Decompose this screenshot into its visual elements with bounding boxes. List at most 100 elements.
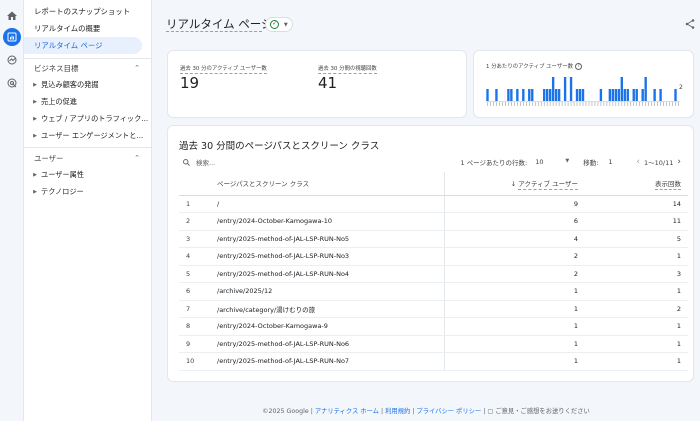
sparkline-bar[interactable] xyxy=(575,89,579,101)
share-icon[interactable] xyxy=(684,18,696,30)
sparkline-bar[interactable] xyxy=(486,89,489,101)
help-icon[interactable]: ? xyxy=(575,62,583,70)
chevron-up-icon: ⌃ xyxy=(134,64,140,72)
sparkline-bar[interactable] xyxy=(551,77,555,101)
sparkline-bar[interactable] xyxy=(510,89,513,101)
sparkline-bar[interactable] xyxy=(531,89,534,101)
sparkline-bar[interactable] xyxy=(620,77,623,101)
sparkline-bar[interactable] xyxy=(653,89,656,101)
table-row[interactable]: 2/entry/2024-October-Kamogawa-10 6 11 xyxy=(179,212,688,231)
row-page-path: /archive/category/湯けむりの旅 xyxy=(207,300,445,318)
section-label: ビジネス目標 xyxy=(34,63,79,73)
sparkline-bar[interactable] xyxy=(617,89,620,101)
dropdown-arrow-icon: ▼ xyxy=(283,21,288,28)
sparkline-bar[interactable] xyxy=(569,77,573,101)
active-users-label: 過去 30 分のアクティブ ユーザー数 xyxy=(180,66,267,74)
table-row[interactable]: 6/archive/2025/12 1 1 xyxy=(179,282,688,301)
privacy-link[interactable]: プライバシー ポリシー xyxy=(416,408,481,415)
jump-input[interactable]: 1 xyxy=(608,158,630,166)
sparkline-bar[interactable] xyxy=(516,89,519,101)
table-row[interactable]: 8/entry/2024-October-Kamogawa-9 1 1 xyxy=(179,317,688,336)
sidebar-link-realtime-pages[interactable]: リアルタイム ページ xyxy=(24,37,142,54)
chevron-left-icon[interactable]: ‹ xyxy=(636,157,640,167)
rows-per-page-select[interactable]: 10 ▼ xyxy=(535,158,569,166)
expand-arrow-icon: ▶ xyxy=(33,189,37,195)
active-users-value: 19 xyxy=(180,74,200,92)
table-row[interactable]: 4/entry/2025-method-of-JAL-LSP-RUN-No3 2 1 xyxy=(179,247,688,266)
column-header-active-users[interactable]: ↓ アクティブ ユーザー xyxy=(444,172,585,196)
table-row[interactable]: 9/entry/2025-method-of-JAL-LSP-RUN-No6 1 1 xyxy=(179,335,688,353)
sparkline-bar[interactable] xyxy=(563,77,567,101)
table-row[interactable]: 5/entry/2025-method-of-JAL-LSP-RUN-No4 2 3 xyxy=(179,265,688,283)
sparkline-bar[interactable] xyxy=(626,89,629,101)
analytics-home-link[interactable]: アナリティクス ホーム xyxy=(315,408,379,415)
feedback-link[interactable]: ご意見・ご感想をお送りください xyxy=(495,408,589,415)
sidebar-link-realtime-overview[interactable]: リアルタイムの概要 xyxy=(24,20,142,37)
row-index: 10 xyxy=(179,352,207,371)
status-dropdown[interactable]: ✓ ▼ xyxy=(265,17,293,32)
chevron-right-icon[interactable]: › xyxy=(677,157,681,167)
chevron-up-icon: ⌃ xyxy=(134,154,140,162)
table-row[interactable]: 10/entry/2025-method-of-JAL-LSP-RUN-No7 1… xyxy=(179,352,688,371)
sparkline-bar[interactable] xyxy=(635,89,638,101)
section-header-business[interactable]: ビジネス目標 ⌃ xyxy=(34,61,140,75)
sidebar-item-traffic[interactable]: ▶ ウェブ / アプリのトラフィック... xyxy=(29,112,149,126)
row-active-users: 1 xyxy=(444,317,585,336)
row-page-path: / xyxy=(207,195,445,213)
row-page-path: /entry/2024-October-Kamogawa-10 xyxy=(207,212,445,231)
sparkline-bar[interactable] xyxy=(557,89,561,101)
row-views: 1 xyxy=(585,282,688,301)
terms-link[interactable]: 利用規約 xyxy=(385,408,410,415)
sidebar-item-label: 見込み顧客の発掘 xyxy=(41,80,99,89)
section-header-user[interactable]: ユーザー ⌃ xyxy=(34,151,140,165)
sparkline-bar[interactable] xyxy=(611,89,615,101)
sidebar-item-drive-sales[interactable]: ▶ 売上の促進 xyxy=(29,95,149,109)
sparkline-bar[interactable] xyxy=(614,89,618,101)
page-title: リアルタイム ページ xyxy=(166,17,273,31)
advertising-icon[interactable] xyxy=(3,74,21,92)
nav-rail xyxy=(0,0,24,421)
sparkline-bar[interactable] xyxy=(599,89,603,101)
sparkline-bar[interactable] xyxy=(554,89,558,101)
column-header-path[interactable]: ページパスとスクリーン クラス xyxy=(207,172,445,196)
sidebar-item-demographics[interactable]: ▶ ユーザー属性 xyxy=(29,168,149,182)
table-row[interactable]: 7/archive/category/湯けむりの旅 1 2 xyxy=(179,300,688,318)
sidebar-item-label: ウェブ / アプリのトラフィック... xyxy=(41,114,149,123)
table-row[interactable]: 3/entry/2025-method-of-JAL-LSP-RUN-No5 4 5 xyxy=(179,230,688,248)
sparkline-bar[interactable] xyxy=(632,89,635,101)
search-input[interactable]: 検索... xyxy=(196,157,215,167)
sidebar-link-snapshot[interactable]: レポートのスナップショット xyxy=(24,3,142,20)
sparkline-bar[interactable] xyxy=(674,89,677,101)
sidebar-item-technology[interactable]: ▶ テクノロジー xyxy=(29,185,149,199)
sparkline-bar[interactable] xyxy=(495,89,498,101)
sparkline-bar[interactable] xyxy=(623,89,626,101)
sparkline-bar[interactable] xyxy=(548,89,552,101)
sparkline-bar[interactable] xyxy=(641,89,644,101)
sidebar-item-engagement[interactable]: ▶ ユーザー エンゲージメントと... xyxy=(29,129,149,143)
explore-icon[interactable] xyxy=(3,51,21,69)
sparkline-bar[interactable] xyxy=(659,89,662,101)
sparkline-bar[interactable] xyxy=(507,89,510,101)
active-users-per-minute-chart xyxy=(486,77,680,106)
row-index: 3 xyxy=(179,230,207,248)
row-page-path: /entry/2025-method-of-JAL-LSP-RUN-No7 xyxy=(207,352,445,371)
sparkline-bar[interactable] xyxy=(581,89,585,101)
sidebar-item-lead-generation[interactable]: ▶ 見込み顧客の発掘 xyxy=(29,78,149,92)
home-icon[interactable] xyxy=(3,7,21,25)
expand-arrow-icon: ▶ xyxy=(33,172,37,178)
sparkline-bar[interactable] xyxy=(522,89,525,101)
sparkline-bar[interactable] xyxy=(644,77,647,101)
sparkline-bar[interactable] xyxy=(545,89,549,101)
column-header-views[interactable]: 表示回数 xyxy=(585,172,688,196)
sparkline-bar[interactable] xyxy=(608,89,612,101)
sparkline-bar[interactable] xyxy=(528,89,531,101)
section-label: ユーザー xyxy=(34,153,64,163)
search-box[interactable]: 検索... xyxy=(182,157,215,167)
rows-per-page-value: 10 xyxy=(535,158,544,166)
row-active-users: 4 xyxy=(444,230,585,248)
sparkline-bar[interactable] xyxy=(543,89,546,101)
views-value: 41 xyxy=(318,74,338,92)
reports-icon[interactable] xyxy=(3,28,21,46)
table-row[interactable]: 1/9 14 xyxy=(179,195,688,213)
sparkline-bar[interactable] xyxy=(578,89,582,101)
